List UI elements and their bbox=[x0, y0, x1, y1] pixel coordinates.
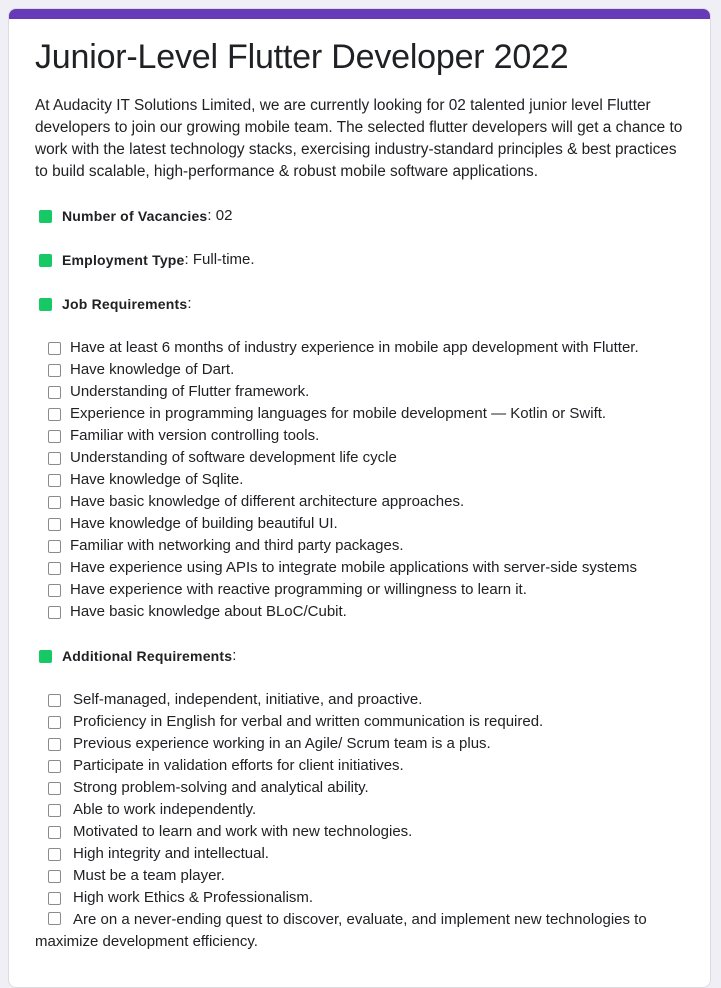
checkbox-icon bbox=[48, 715, 61, 729]
additional-requirements-list: Self-managed, independent, initiative, a… bbox=[35, 689, 684, 909]
form-accent-bar bbox=[9, 9, 710, 19]
list-item: Must be a team player. bbox=[35, 865, 684, 887]
list-item: Strong problem-solving and analytical ab… bbox=[35, 777, 684, 799]
list-item: Motivated to learn and work with new tec… bbox=[35, 821, 684, 843]
checkbox-icon bbox=[48, 693, 61, 707]
list-item: Have knowledge of Sqlite. bbox=[35, 469, 684, 491]
list-item-text: Familiar with networking and third party… bbox=[70, 537, 404, 555]
list-item: Proficiency in English for verbal and wr… bbox=[35, 711, 684, 733]
checkbox-icon bbox=[48, 495, 61, 509]
checkbox-icon bbox=[48, 825, 61, 839]
additional-requirements-label: Additional Requirements bbox=[62, 648, 233, 665]
checkbox-icon bbox=[48, 385, 61, 399]
vacancies-value: : 02 bbox=[207, 207, 233, 225]
checkbox-icon bbox=[48, 759, 61, 773]
list-item-text: Have at least 6 months of industry exper… bbox=[70, 339, 639, 357]
checkbox-icon bbox=[48, 912, 61, 926]
list-item-text: Have experience using APIs to integrate … bbox=[70, 559, 637, 577]
checkbox-icon bbox=[48, 473, 61, 487]
employment-value: : Full-time. bbox=[184, 251, 255, 269]
list-item-text: High integrity and intellectual. bbox=[73, 845, 269, 863]
form-title: Junior-Level Flutter Developer 2022 bbox=[35, 38, 569, 76]
job-requirements-list: Have at least 6 months of industry exper… bbox=[35, 337, 684, 623]
checkbox-icon bbox=[48, 781, 61, 795]
list-item-text: Have knowledge of Dart. bbox=[70, 361, 235, 379]
list-item-text: Strong problem-solving and analytical ab… bbox=[73, 779, 369, 797]
checkbox-icon bbox=[48, 341, 61, 355]
list-item-text: Understanding of software development li… bbox=[70, 449, 397, 467]
list-item: Have knowledge of building beautiful UI. bbox=[35, 513, 684, 535]
list-item-text: Motivated to learn and work with new tec… bbox=[73, 823, 413, 841]
checkbox-icon bbox=[48, 517, 61, 531]
checkbox-icon bbox=[48, 605, 61, 619]
list-item: Understanding of Flutter framework. bbox=[35, 381, 684, 403]
employment-label: Employment Type bbox=[62, 252, 185, 269]
form-header-card: Junior-Level Flutter Developer 2022 At A… bbox=[8, 8, 711, 988]
list-item-text: Proficiency in English for verbal and wr… bbox=[73, 713, 544, 731]
list-item-text: Participate in validation efforts for cl… bbox=[73, 757, 404, 775]
additional-requirements-heading: Additional Requirements : bbox=[35, 645, 684, 667]
list-item-text: Have experience with reactive programmin… bbox=[70, 581, 527, 599]
list-item: Previous experience working in an Agile/… bbox=[35, 733, 684, 755]
list-item: Familiar with networking and third party… bbox=[35, 535, 684, 557]
list-item-text: Have basic knowledge of different archit… bbox=[70, 493, 465, 511]
checkbox-icon bbox=[48, 847, 61, 861]
list-item-text: Have knowledge of building beautiful UI. bbox=[70, 515, 338, 533]
list-item-text-continuation: maximize development efficiency. bbox=[35, 933, 258, 951]
employment-field: Employment Type : Full-time. bbox=[35, 249, 684, 271]
list-item: High integrity and intellectual. bbox=[35, 843, 684, 865]
job-requirements-heading: Job Requirements : bbox=[35, 293, 684, 315]
list-item: Have at least 6 months of industry exper… bbox=[35, 337, 684, 359]
list-item-text: Are on a never-ending quest to discover,… bbox=[73, 911, 647, 929]
vacancies-label: Number of Vacancies bbox=[62, 208, 208, 225]
checkbox-icon bbox=[48, 891, 61, 905]
list-item: Self-managed, independent, initiative, a… bbox=[35, 689, 684, 711]
list-item: Participate in validation efforts for cl… bbox=[35, 755, 684, 777]
additional-requirements-suffix: : bbox=[232, 647, 237, 665]
list-item-text: Previous experience working in an Agile/… bbox=[73, 735, 491, 753]
list-item: Have knowledge of Dart. bbox=[35, 359, 684, 381]
checkbox-icon bbox=[48, 363, 61, 377]
job-requirements-label: Job Requirements bbox=[62, 296, 188, 313]
list-item: Have experience using APIs to integrate … bbox=[35, 557, 684, 579]
list-item: Experience in programming languages for … bbox=[35, 403, 684, 425]
list-item: Have experience with reactive programmin… bbox=[35, 579, 684, 601]
list-item-text: Understanding of Flutter framework. bbox=[70, 383, 310, 401]
list-item: High work Ethics & Professionalism. bbox=[35, 887, 684, 909]
checkbox-icon bbox=[48, 407, 61, 421]
checkbox-icon bbox=[48, 539, 61, 553]
list-item-text: Have basic knowledge about BLoC/Cubit. bbox=[70, 603, 347, 621]
vacancies-field: Number of Vacancies : 02 bbox=[35, 205, 684, 227]
checkbox-icon bbox=[48, 803, 61, 817]
green-square-icon bbox=[39, 253, 52, 267]
list-item-text: Have knowledge of Sqlite. bbox=[70, 471, 244, 489]
list-item: Have basic knowledge about BLoC/Cubit. bbox=[35, 601, 684, 623]
form-intro: At Audacity IT Solutions Limited, we are… bbox=[35, 97, 683, 181]
checkbox-icon bbox=[48, 451, 61, 465]
checkbox-icon bbox=[48, 869, 61, 883]
list-item-text: Familiar with version controlling tools. bbox=[70, 427, 320, 445]
checkbox-icon bbox=[48, 429, 61, 443]
green-square-icon bbox=[39, 297, 52, 311]
list-item-text: High work Ethics & Professionalism. bbox=[73, 889, 314, 907]
list-item-text: Able to work independently. bbox=[73, 801, 257, 819]
checkbox-icon bbox=[48, 561, 61, 575]
additional-requirement-last: Are on a never-ending quest to discover,… bbox=[35, 909, 684, 953]
list-item: Understanding of software development li… bbox=[35, 447, 684, 469]
job-requirements-suffix: : bbox=[187, 295, 192, 313]
list-item-text: Must be a team player. bbox=[73, 867, 225, 885]
list-item-text: Experience in programming languages for … bbox=[70, 405, 607, 423]
green-square-icon bbox=[39, 209, 52, 223]
list-item: Have basic knowledge of different archit… bbox=[35, 491, 684, 513]
checkbox-icon bbox=[48, 737, 61, 751]
form-content: Junior-Level Flutter Developer 2022 At A… bbox=[9, 19, 710, 953]
green-square-icon bbox=[39, 649, 52, 663]
list-item: Able to work independently. bbox=[35, 799, 684, 821]
checkbox-icon bbox=[48, 583, 61, 597]
list-item: Familiar with version controlling tools. bbox=[35, 425, 684, 447]
list-item-text: Self-managed, independent, initiative, a… bbox=[73, 691, 423, 709]
